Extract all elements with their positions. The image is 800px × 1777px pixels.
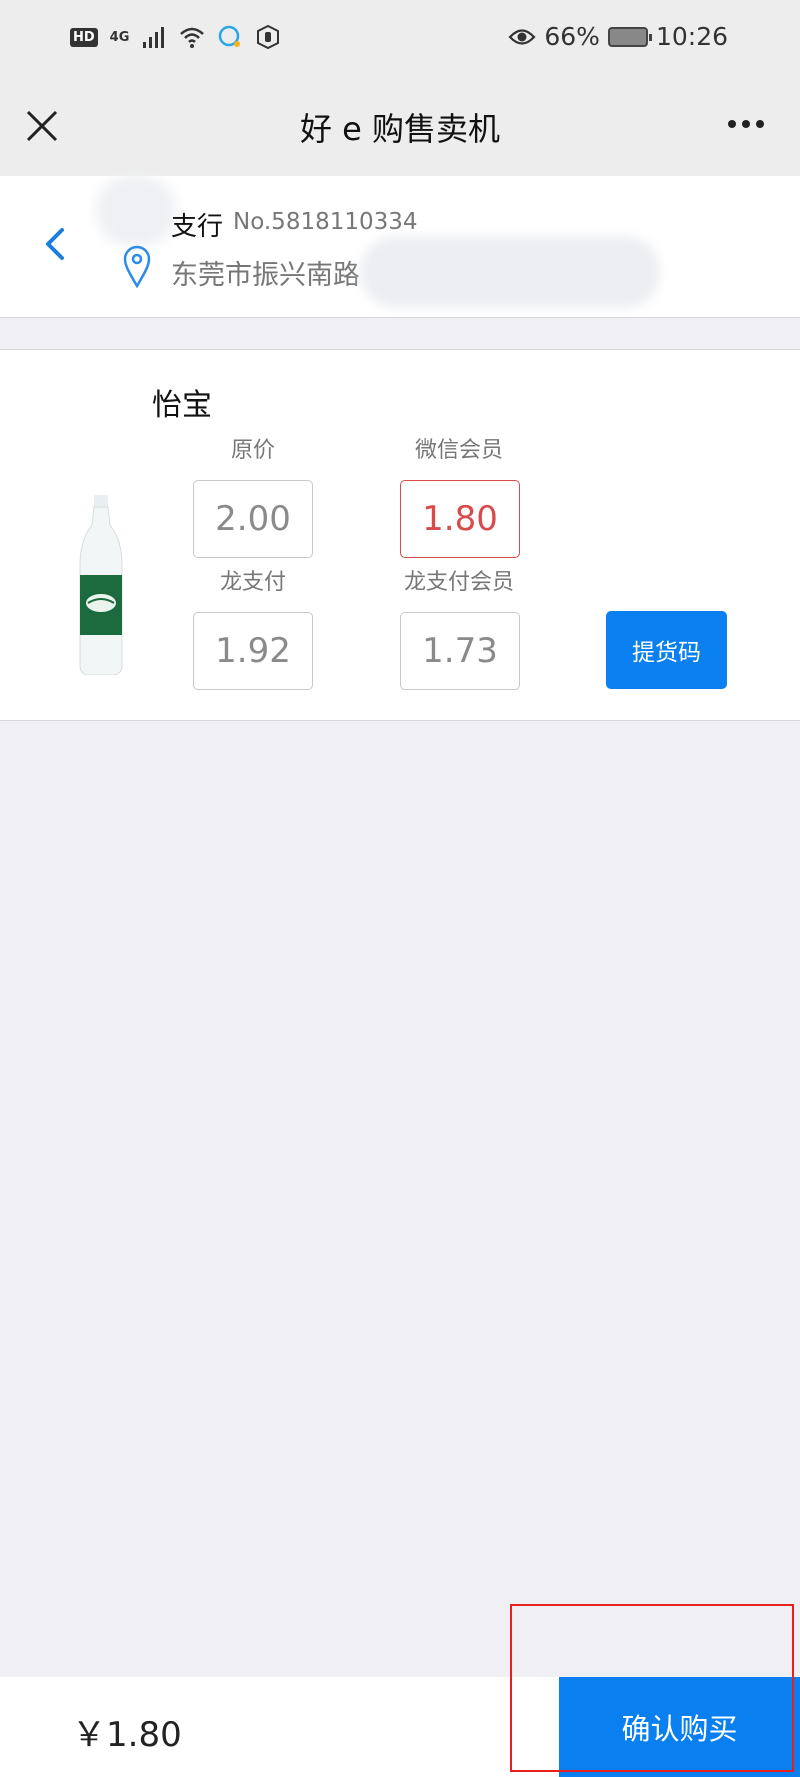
redacted-area xyxy=(96,176,176,246)
clock: 10:26 xyxy=(655,22,728,51)
wifi-icon xyxy=(180,27,205,48)
status-left-icons: HD 4G xyxy=(70,24,281,50)
price-option-wechat-member[interactable]: 1.80 xyxy=(400,480,520,558)
battery-icon xyxy=(607,26,652,47)
redacted-address xyxy=(360,236,660,308)
eye-icon xyxy=(508,28,536,45)
location-pin-icon xyxy=(123,245,151,288)
bottom-bar: ￥1.80 确认购买 xyxy=(0,1677,800,1777)
store-name: 支行 xyxy=(171,212,224,242)
price-label-long-pay-member: 龙支付会员 xyxy=(403,570,514,595)
price-label-long-pay: 龙支付 xyxy=(219,570,286,595)
price-option-long-pay-member[interactable]: 1.73 xyxy=(400,612,520,690)
product-name: 怡宝 xyxy=(152,388,212,423)
price-label-original: 原价 xyxy=(230,438,275,463)
price-option-original[interactable]: 2.00 xyxy=(193,480,313,558)
hand-icon xyxy=(257,24,280,50)
price-label-wechat-member: 微信会员 xyxy=(414,438,503,463)
store-address: 东莞市振兴南路 xyxy=(171,260,360,291)
price-option-long-pay[interactable]: 1.92 xyxy=(193,612,313,690)
chat-icon xyxy=(219,25,241,47)
confirm-purchase-button[interactable]: 确认购买 xyxy=(559,1677,800,1777)
signal-icon xyxy=(143,27,165,48)
network-label: 4G xyxy=(109,29,130,45)
more-menu-icon[interactable] xyxy=(728,120,764,128)
water-bottle-image xyxy=(79,495,123,675)
status-bar: HD 4G 66% 10:26 xyxy=(0,0,800,78)
store-header: 支行 No.5818110334 东莞市振兴南路 xyxy=(0,176,800,318)
battery-percent: 66% xyxy=(544,22,600,51)
total-price: ￥1.80 xyxy=(72,1715,182,1755)
store-number: No.5818110334 xyxy=(233,209,418,235)
back-arrow-icon[interactable] xyxy=(40,222,70,266)
status-right: 66% 10:26 xyxy=(508,22,728,51)
pickup-code-button[interactable]: 提货码 xyxy=(606,611,727,689)
product-card: 怡宝 原价 微信会员 2.00 1.80 龙支付 龙支付会员 1.92 1.73… xyxy=(0,349,800,721)
hd-badge: HD xyxy=(70,27,98,47)
close-icon[interactable] xyxy=(22,106,62,146)
nav-bar: 好 e 购售卖机 xyxy=(0,78,800,176)
page-title: 好 e 购售卖机 xyxy=(299,110,501,148)
